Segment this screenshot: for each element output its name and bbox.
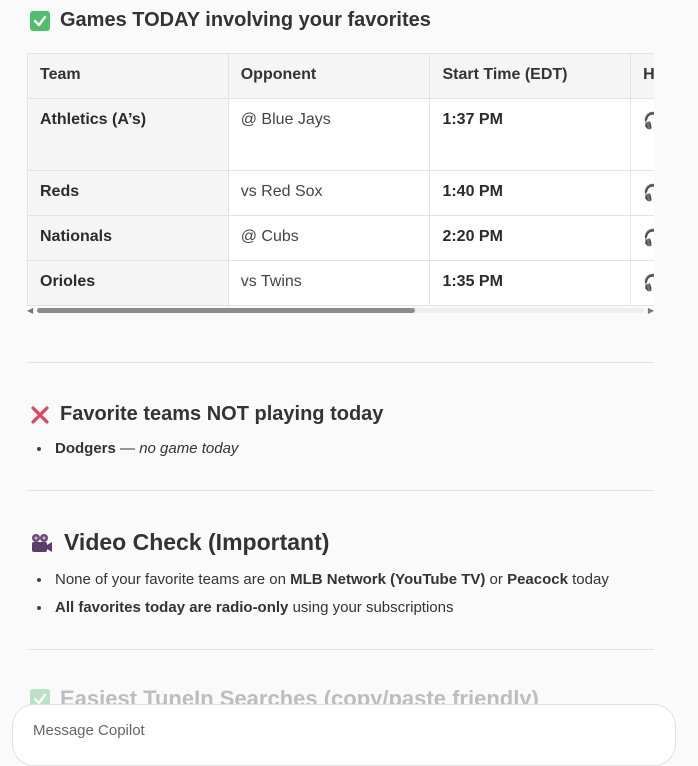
check-mark-button-icon [30, 10, 50, 31]
video-check-list: None of your favorite teams are on MLB N… [37, 566, 609, 622]
video-check-title: Video Check (Important) [64, 529, 330, 555]
opponent-cell: @ Blue Jays [227, 98, 431, 171]
text: or [485, 571, 508, 588]
list-item: Dodgers — no game today [37, 435, 238, 463]
team-cell: Nationals [27, 215, 229, 261]
not-playing-heading: Favorite teams NOT playing today [30, 403, 383, 426]
list-item: All favorites today are radio-only using… [37, 594, 609, 622]
header-team: Team [27, 53, 229, 99]
headphone-icon: 🎧 [643, 275, 654, 292]
emphasis: All favorites today are radio-only [55, 599, 289, 616]
headphone-icon: 🎧 [643, 113, 654, 130]
headphone-cell: 🎧 [630, 98, 654, 171]
note: no game today [139, 440, 239, 457]
time-cell: 1:35 PM [429, 260, 632, 306]
video-check-heading: Video Check (Important) [30, 529, 329, 556]
table-row: Reds vs Red Sox 1:40 PM 🎧 [27, 170, 654, 216]
table-horizontal-scrollbar[interactable]: ◀ ▶ [27, 305, 654, 315]
not-playing-list: Dodgers — no game today [37, 435, 238, 463]
team-name: Dodgers [55, 440, 116, 457]
text: using your subscriptions [288, 599, 454, 616]
message-input[interactable] [31, 721, 535, 740]
header-opponent: Opponent [227, 53, 431, 99]
service-name: Peacock [507, 571, 568, 588]
cross-mark-icon [30, 405, 50, 425]
team-cell: Orioles [27, 260, 229, 306]
opponent-cell: @ Cubs [227, 215, 431, 261]
text: None of your favorite teams are on [55, 571, 291, 588]
list-item: None of your favorite teams are on MLB N… [37, 566, 609, 594]
movie-camera-icon [30, 533, 54, 553]
table-header-row: Team Opponent Start Time (EDT) H [27, 53, 654, 99]
time-cell: 2:20 PM [429, 215, 632, 261]
table-row: Athletics (A’s) @ Blue Jays 1:37 PM 🎧 [27, 98, 654, 171]
team-cell: Reds [27, 170, 229, 216]
scroll-left-arrow-icon[interactable]: ◀ [27, 306, 33, 315]
team-cell: Athletics (A’s) [27, 98, 229, 171]
scroll-right-arrow-icon[interactable]: ▶ [648, 306, 654, 315]
scrollbar-thumb[interactable] [37, 308, 415, 313]
games-table: Team Opponent Start Time (EDT) H Athleti… [27, 53, 654, 306]
separator: — [115, 440, 140, 457]
headphone-cell: 🎧 [630, 215, 654, 261]
divider [27, 362, 654, 363]
header-start-time: Start Time (EDT) [429, 53, 632, 99]
games-today-title: Games TODAY involving your favorites [60, 9, 431, 31]
text: today [567, 571, 609, 588]
games-table-container[interactable]: Team Opponent Start Time (EDT) H Athleti… [27, 53, 654, 315]
opponent-cell: vs Twins [227, 260, 431, 306]
table-row: Nationals @ Cubs 2:20 PM 🎧 [27, 215, 654, 261]
headphone-icon: 🎧 [643, 185, 654, 202]
message-composer[interactable] [12, 704, 676, 766]
header-h: H [630, 53, 654, 99]
time-cell: 1:40 PM [429, 170, 632, 216]
headphone-cell: 🎧 [630, 260, 654, 306]
service-name: MLB Network (YouTube TV) [290, 571, 486, 588]
divider [27, 490, 654, 491]
table-row: Orioles vs Twins 1:35 PM 🎧 [27, 260, 654, 306]
opponent-cell: vs Red Sox [227, 170, 431, 216]
headphone-icon: 🎧 [643, 230, 654, 247]
not-playing-title: Favorite teams NOT playing today [60, 403, 384, 425]
time-cell: 1:37 PM [429, 98, 632, 171]
headphone-cell: 🎧 [630, 170, 654, 216]
games-today-heading: Games TODAY involving your favorites [30, 9, 431, 32]
divider [27, 649, 654, 650]
